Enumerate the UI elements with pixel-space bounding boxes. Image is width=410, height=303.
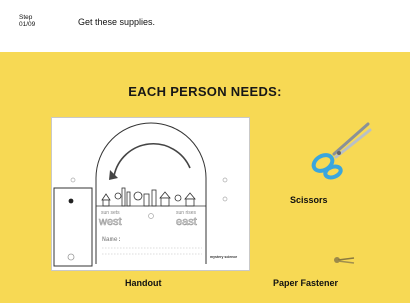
east-label: east — [176, 216, 197, 228]
step-header: Step 01/09 Get these supplies. — [0, 0, 410, 52]
handout-drawing: sun sets west sun rises east Name: myste… — [53, 122, 237, 267]
punch-hole — [70, 177, 76, 183]
step-number: 01/09 — [19, 21, 36, 28]
handout-label: Handout — [125, 278, 162, 288]
section-title: EACH PERSON NEEDS: — [128, 84, 282, 99]
step-title: Get these supplies. — [78, 17, 156, 27]
brand-logo: mystery science — [210, 255, 237, 259]
paper-fastener-icon — [334, 257, 355, 264]
name-label: Name: — [102, 236, 122, 243]
step-label: Step — [19, 14, 33, 21]
paper-fastener-label: Paper Fastener — [273, 278, 339, 288]
scissors-label: Scissors — [290, 195, 328, 205]
scissors-icon — [311, 122, 372, 180]
tutorial-frame: Step 01/09 Get these supplies. EACH PERS… — [0, 0, 410, 303]
punch-hole — [222, 177, 228, 183]
west-label: west — [98, 216, 122, 228]
tab-hole — [68, 198, 74, 204]
step-indicator: Step 01/09 — [19, 14, 35, 28]
handout-image: sun sets west sun rises east Name: myste… — [51, 117, 250, 271]
punch-hole — [222, 196, 228, 202]
supplies-panel: EACH PERSON NEEDS: sun sets west sun ris… — [0, 52, 410, 303]
